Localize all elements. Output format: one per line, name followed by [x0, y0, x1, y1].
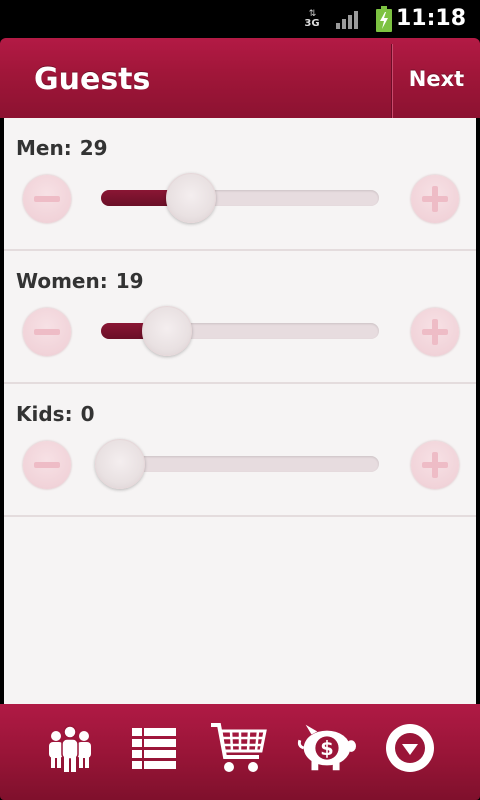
- kids-label-text: Kids:: [16, 402, 73, 426]
- men-decrease-button[interactable]: [23, 175, 71, 223]
- page-title: Guests: [34, 62, 151, 97]
- plus-icon: [432, 452, 438, 478]
- minus-icon: [34, 329, 60, 335]
- minus-icon: [34, 462, 60, 468]
- clock: 11:18: [395, 6, 466, 31]
- list-icon: [132, 728, 176, 769]
- slider-thumb[interactable]: [95, 439, 145, 489]
- men-label: Men: 29: [16, 136, 108, 160]
- tab-cart[interactable]: [208, 718, 268, 778]
- next-button[interactable]: Next: [393, 38, 480, 118]
- guests-icon: [49, 725, 91, 772]
- men-row: Men: 29: [4, 118, 476, 251]
- kids-row: Kids: 0: [4, 384, 476, 517]
- women-label: Women: 19: [16, 269, 144, 293]
- women-label-text: Women:: [16, 269, 108, 293]
- network-type: 3G: [304, 17, 320, 29]
- piggy-bank-icon: $: [297, 724, 356, 771]
- plus-icon: [432, 186, 438, 212]
- svg-text:$: $: [320, 737, 333, 760]
- men-label-text: Men:: [16, 136, 72, 160]
- guest-sliders-panel: Men: 29 Women: 19 Kids: 0: [4, 118, 476, 704]
- kids-increase-button[interactable]: [411, 441, 459, 489]
- app-header: Guests Next: [0, 38, 480, 118]
- women-decrease-button[interactable]: [23, 308, 71, 356]
- women-row: Women: 19: [4, 251, 476, 384]
- status-bar: ⇅ 3G 11:18: [0, 0, 480, 38]
- tab-more[interactable]: [380, 718, 440, 778]
- cart-icon: [211, 723, 267, 772]
- kids-decrease-button[interactable]: [23, 441, 71, 489]
- more-icon: [386, 724, 434, 772]
- slider-thumb[interactable]: [166, 173, 217, 223]
- minus-icon: [34, 196, 60, 202]
- network-indicator: ⇅ 3G: [300, 0, 324, 38]
- plus-icon: [432, 319, 438, 345]
- kids-slider[interactable]: [95, 439, 379, 489]
- men-slider[interactable]: [101, 173, 379, 223]
- men-increase-button[interactable]: [411, 175, 459, 223]
- tab-list[interactable]: [124, 718, 184, 778]
- women-slider[interactable]: [101, 306, 379, 356]
- slider-thumb[interactable]: [141, 306, 192, 356]
- women-count: 19: [115, 269, 144, 293]
- bottom-tab-bar: $: [0, 704, 480, 800]
- tab-budget[interactable]: $: [296, 718, 356, 778]
- signal-icon: [336, 0, 364, 38]
- kids-label: Kids: 0: [16, 402, 95, 426]
- tab-guests[interactable]: [40, 718, 100, 778]
- screen: ⇅ 3G 11:18 Guests Next Men: 29 Women: 19…: [0, 0, 480, 800]
- kids-count: 0: [80, 402, 95, 426]
- battery-charging-icon: [376, 0, 394, 38]
- men-count: 29: [79, 136, 108, 160]
- women-increase-button[interactable]: [411, 308, 459, 356]
